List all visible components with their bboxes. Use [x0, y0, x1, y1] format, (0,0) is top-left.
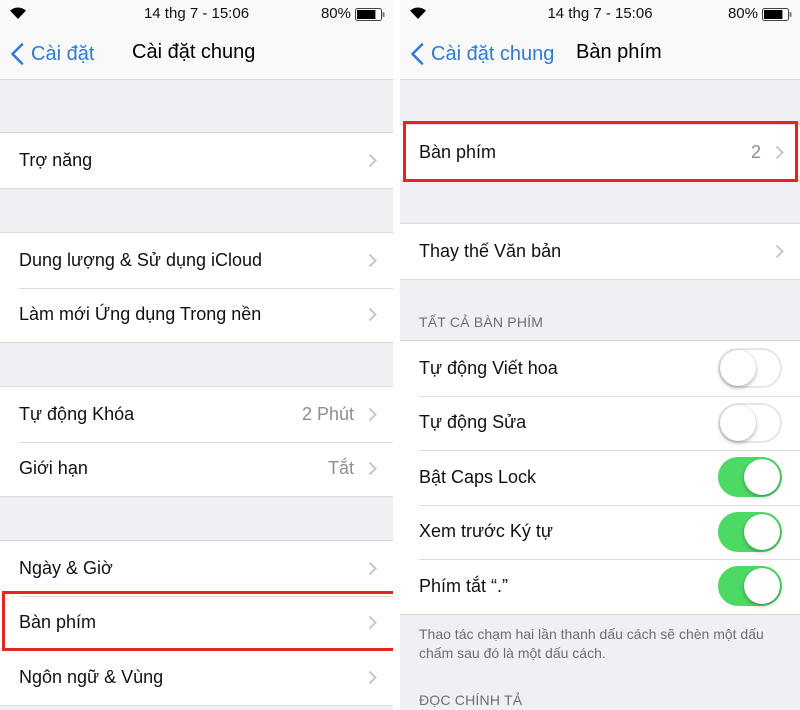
toggle-knob [720, 350, 756, 387]
auto-capitalization-toggle[interactable] [718, 348, 782, 389]
chevron-right-icon [368, 308, 377, 322]
row-auto-lock[interactable]: Tự động Khóa 2 Phút [0, 387, 393, 442]
row-value: Tắt [327, 458, 354, 479]
keyboards-count: 2 [750, 141, 761, 162]
row-auto-capitalization: Tự động Viết hoa [400, 341, 800, 396]
row-caps-lock: Bật Caps Lock [400, 450, 800, 505]
back-button-label: Cài đặt chung [431, 42, 555, 65]
all-keyboards-group: Tự động Viết hoa Tự động Sửa Bật Caps Lo… [400, 340, 800, 615]
row-text-replacement[interactable]: Thay thế Văn bản [400, 224, 800, 279]
row-background-refresh[interactable]: Làm mới Ứng dụng Trong nền [0, 287, 393, 343]
row-label: Tự động Sửa [419, 412, 527, 433]
toggle-knob [744, 513, 780, 550]
keyboards-group: Bàn phím 2 [400, 124, 800, 181]
row-character-preview: Xem trước Ký tự [400, 504, 800, 560]
row-label: Ngôn ngữ & Vùng [19, 666, 164, 687]
row-label: Phím tắt “.” [419, 575, 509, 596]
settings-group-locale: Ngày & Giờ Bàn phím Ngôn ngữ & Vùng [0, 540, 393, 706]
row-keyboards[interactable]: Bàn phím 2 [400, 125, 800, 180]
row-label: Bàn phím [419, 141, 497, 162]
row-date-time[interactable]: Ngày & Giờ [0, 541, 393, 596]
battery-icon [762, 8, 792, 21]
section-header-dictation: ĐỌC CHÍNH TẢ [419, 692, 523, 708]
row-accessibility[interactable]: Trợ năng [0, 133, 393, 188]
chevron-right-icon [368, 616, 377, 630]
back-button[interactable]: Cài đặt [10, 40, 94, 68]
chevron-right-icon [368, 670, 377, 684]
row-label: Giới hạn [19, 458, 88, 479]
navigation-bar: Cài đặt Cài đặt chung [0, 28, 393, 80]
toggle-knob [720, 404, 756, 441]
settings-group-lock: Tự động Khóa 2 Phút Giới hạn Tắt [0, 386, 393, 497]
toggle-knob [744, 568, 780, 605]
back-button-label: Cài đặt [31, 42, 95, 65]
chevron-right-icon [368, 407, 377, 421]
battery-percent: 80% [320, 5, 351, 22]
text-replacement-group: Thay thế Văn bản [400, 223, 800, 280]
row-restrictions[interactable]: Giới hạn Tắt [0, 441, 393, 497]
chevron-right-icon [775, 145, 784, 159]
row-period-shortcut: Phím tắt “.” [400, 559, 800, 614]
navigation-bar: Cài đặt chung Bàn phím [400, 28, 800, 80]
row-label: Ngày & Giờ [19, 557, 113, 578]
chevron-right-icon [368, 561, 377, 575]
row-label: Bàn phím [19, 612, 97, 633]
row-keyboard[interactable]: Bàn phím [0, 595, 393, 651]
status-bar: 14 thg 7 - 15:06 80% [400, 0, 800, 28]
chevron-left-icon [11, 43, 24, 65]
row-auto-correction: Tự động Sửa [400, 395, 800, 451]
toggle-knob [744, 459, 780, 496]
period-shortcut-toggle[interactable] [718, 566, 782, 607]
chevron-right-icon [368, 153, 377, 167]
row-storage-icloud[interactable]: Dung lượng & Sử dụng iCloud [0, 233, 393, 288]
panel-divider [393, 0, 400, 710]
row-label: Xem trước Ký tự [419, 521, 553, 542]
page-title: Bàn phím [576, 41, 662, 63]
section-header-all-keyboards: TẤT CẢ BÀN PHÍM [419, 314, 544, 330]
battery-percent: 80% [727, 5, 758, 22]
character-preview-toggle[interactable] [718, 511, 782, 552]
caps-lock-toggle[interactable] [718, 457, 782, 498]
chevron-right-icon [368, 462, 377, 476]
row-value: 2 Phút [301, 403, 354, 424]
settings-group-storage: Dung lượng & Sử dụng iCloud Làm mới Ứng … [0, 232, 393, 343]
row-label: Trợ năng [19, 149, 93, 170]
battery-icon [355, 8, 385, 21]
status-bar: 14 thg 7 - 15:06 80% [0, 0, 393, 28]
page-title: Cài đặt chung [132, 41, 256, 63]
row-label: Dung lượng & Sử dụng iCloud [19, 249, 263, 270]
chevron-right-icon [775, 244, 784, 258]
row-label: Tự động Viết hoa [419, 357, 558, 378]
row-label: Thay thế Văn bản [419, 240, 562, 261]
general-settings-screen: 14 thg 7 - 15:06 80% Cài đặt Cài đặt chu… [0, 0, 393, 710]
period-shortcut-footer: Thao tác chạm hai lần thanh dấu cách sẽ … [419, 626, 764, 661]
chevron-right-icon [368, 253, 377, 267]
back-button[interactable]: Cài đặt chung [410, 40, 554, 68]
settings-group-accessibility: Trợ năng [0, 132, 393, 189]
row-label: Tự động Khóa [19, 403, 135, 424]
chevron-left-icon [411, 43, 424, 65]
keyboard-settings-screen: 14 thg 7 - 15:06 80% Cài đặt chung Bàn p… [400, 0, 800, 710]
row-language-region[interactable]: Ngôn ngữ & Vùng [0, 650, 393, 705]
row-label: Bật Caps Lock [419, 466, 537, 487]
auto-correction-toggle[interactable] [718, 402, 782, 443]
row-label: Làm mới Ứng dụng Trong nền [19, 304, 262, 325]
